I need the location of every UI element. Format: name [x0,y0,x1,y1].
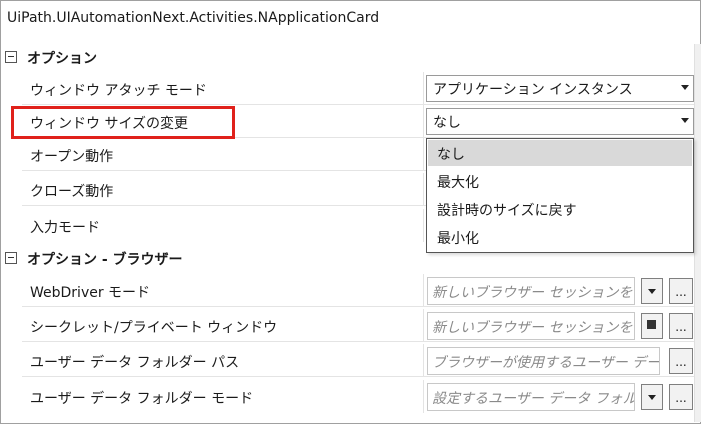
ellipsis-button[interactable]: ... [669,278,693,304]
property-label: ユーザー データ フォルダー モード [30,391,254,407]
chevron-down-icon [681,85,689,90]
select-value: なし [433,115,461,131]
incognito-input[interactable]: 新しいブラウザー セッションを [427,312,635,340]
property-row-incognito[interactable]: シークレット/プライベート ウィンドウ 新しいブラウザー セッションを ... [0,309,694,342]
webdriver-mode-input[interactable]: 新しいブラウザー セッションを [427,277,635,305]
property-row-webdriver-mode[interactable]: WebDriver モード 新しいブラウザー セッションを ... [0,274,694,307]
user-data-folder-path-input[interactable]: ブラウザーが使用するユーザー デー [427,347,660,375]
dropdown-option-restore-design-size[interactable]: 設計時のサイズに戻す [428,196,692,222]
ellipsis-button[interactable]: ... [669,313,693,339]
panel-title: UiPath.UIAutomationNext.Activities.NAppl… [7,10,380,26]
dropdown-option-none[interactable]: なし [428,140,692,166]
ellipsis-button[interactable]: ... [669,384,693,410]
placeholder: 新しいブラウザー セッションを [432,285,633,301]
property-label: オープン動作 [30,149,114,165]
dropdown-option-minimize[interactable]: 最小化 [428,224,692,250]
dropdown-option-maximize[interactable]: 最大化 [428,168,692,194]
dropdown-button[interactable] [641,278,663,304]
category-label: オプション [27,51,97,67]
chevron-down-icon [681,118,689,123]
ellipsis-button[interactable]: ... [669,348,693,374]
placeholder: 新しいブラウザー セッションを [432,320,633,336]
property-label: 入力モード [30,220,100,236]
collapse-icon[interactable] [5,252,17,264]
property-label: シークレット/プライベート ウィンドウ [30,320,278,336]
select-value: アプリケーション インスタンス [433,82,633,98]
property-row-user-data-folder-path[interactable]: ユーザー データ フォルダー パス ブラウザーが使用するユーザー デー ... [0,344,694,377]
property-label: WebDriver モード [30,285,151,301]
checkbox[interactable] [641,313,663,339]
property-label: クローズ動作 [30,184,114,200]
property-label: ユーザー データ フォルダー パス [30,355,240,371]
category-options[interactable]: オプション [0,42,694,72]
window-resize-select[interactable]: なし [426,108,694,135]
vertical-scrollbar[interactable] [694,44,701,422]
category-label: オプション - ブラウザー [27,252,183,268]
annotation-highlight-box [11,106,235,139]
property-label: ウィンドウ アタッチ モード [30,83,207,99]
user-data-folder-mode-input[interactable]: 設定するユーザー データ フォル [427,383,635,411]
placeholder: ブラウザーが使用するユーザー デー [432,355,660,371]
window-attach-mode-select[interactable]: アプリケーション インスタンス [426,75,694,102]
property-row-window-attach-mode[interactable]: ウィンドウ アタッチ モード アプリケーション インスタンス [0,72,694,105]
property-row-user-data-folder-mode[interactable]: ユーザー データ フォルダー モード 設定するユーザー データ フォル ... [0,380,694,413]
dropdown-button[interactable] [641,384,663,410]
collapse-icon[interactable] [5,51,17,63]
placeholder: 設定するユーザー データ フォル [432,391,635,407]
window-resize-dropdown-list: なし 最大化 設計時のサイズに戻す 最小化 [426,138,694,253]
